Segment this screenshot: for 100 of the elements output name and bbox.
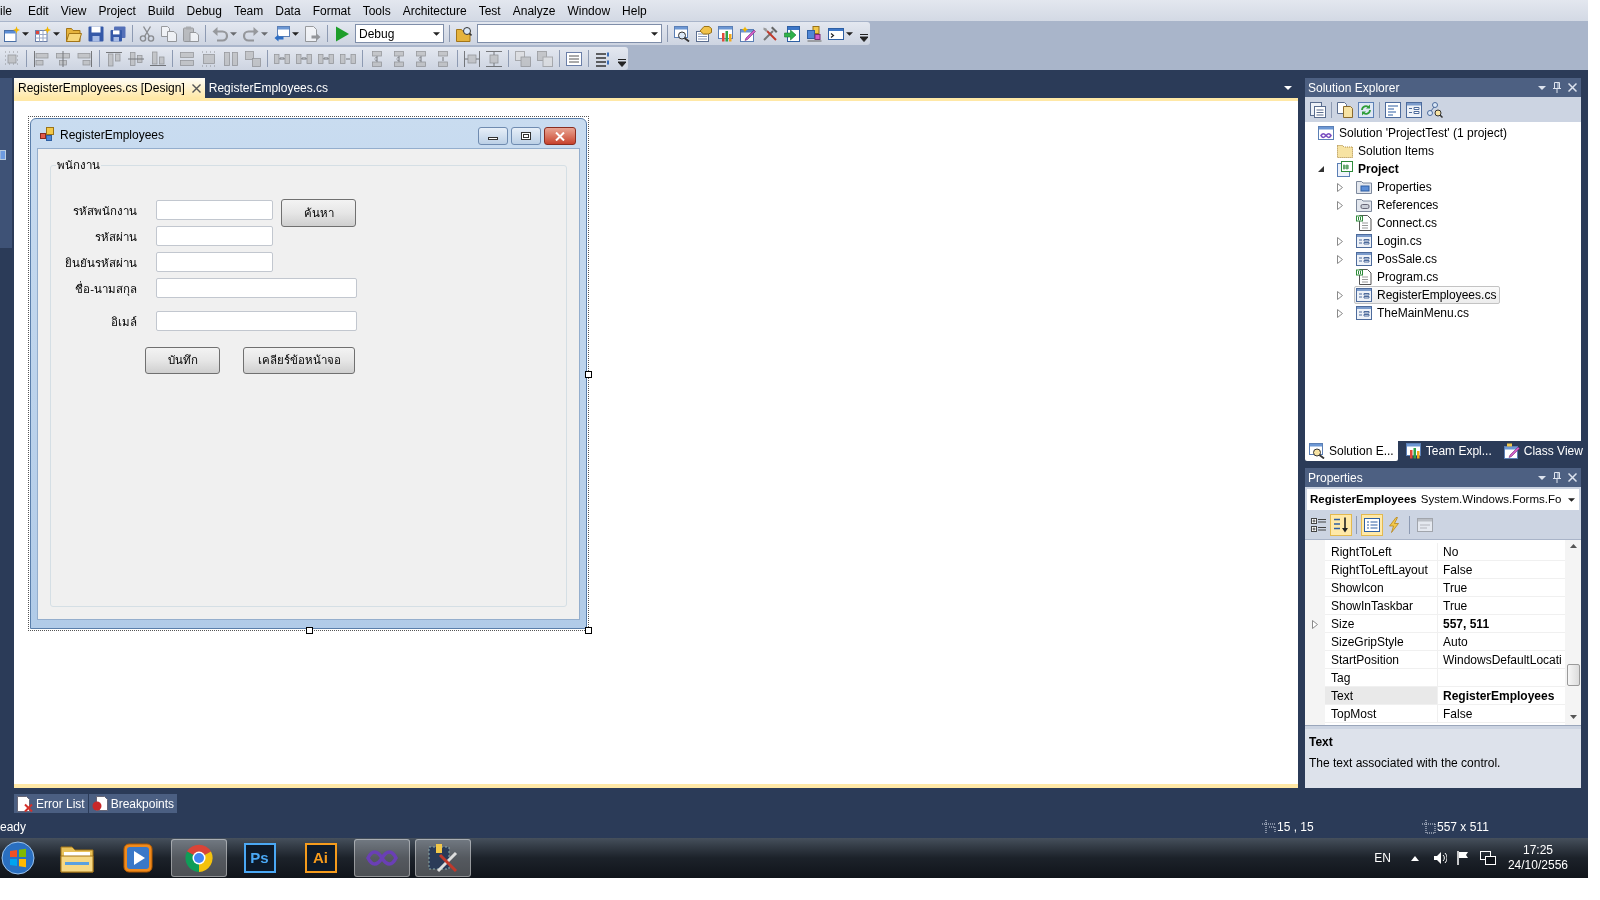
- document-tab[interactable]: RegisterEmployees.cs [Design]: [14, 78, 205, 98]
- close-button[interactable]: [544, 127, 576, 145]
- lines-icon[interactable]: [566, 50, 582, 67]
- scroll-thumb[interactable]: [1566, 664, 1580, 686]
- menu-item[interactable]: Data: [269, 1, 307, 20]
- action-button[interactable]: บันทึก: [145, 347, 220, 375]
- caret-icon[interactable]: [53, 31, 60, 36]
- property-name[interactable]: Size: [1325, 615, 1438, 633]
- copy-icon[interactable]: [1337, 101, 1353, 118]
- network-icon[interactable]: [1479, 851, 1496, 865]
- start-orb-icon[interactable]: [1, 841, 35, 875]
- taskbar-button[interactable]: [170, 839, 227, 877]
- object-selector[interactable]: RegisterEmployees System.Windows.Forms.Fo: [1307, 489, 1579, 510]
- menu-item[interactable]: Tools: [356, 1, 397, 20]
- language-indicator[interactable]: EN: [1374, 849, 1391, 867]
- window-arrow-icon[interactable]: [274, 25, 290, 42]
- tree-item[interactable]: RegisterEmployees.cs: [1354, 286, 1501, 304]
- menu-item[interactable]: Window: [561, 1, 617, 20]
- property-name[interactable]: RightToLeftLayout: [1325, 561, 1438, 579]
- menu-item[interactable]: Help: [616, 1, 653, 20]
- app-logo[interactable]: Ps: [243, 843, 276, 873]
- speaker-icon[interactable]: [1432, 851, 1447, 865]
- taskbar-button[interactable]: Ai: [292, 839, 349, 877]
- menu-item[interactable]: Test: [472, 1, 507, 20]
- window-pencil-icon[interactable]: [740, 25, 756, 42]
- menu-item[interactable]: Architecture: [396, 1, 473, 20]
- property-name[interactable]: RightToLeft: [1325, 543, 1438, 561]
- panel-tab[interactable]: Team Expl...: [1401, 441, 1496, 461]
- chevron-up-icon[interactable]: [1410, 855, 1419, 861]
- document-tab[interactable]: RegisterEmployees.cs: [204, 78, 333, 98]
- tree-item[interactable]: References: [1354, 196, 1443, 214]
- overflow-icon[interactable]: [618, 58, 626, 67]
- panel-tab[interactable]: Class View: [1499, 441, 1587, 461]
- tree-item[interactable]: Project: [1335, 160, 1403, 178]
- text-input[interactable]: [156, 311, 357, 332]
- menu-item[interactable]: Build: [141, 1, 181, 20]
- tree-item[interactable]: Solution Items: [1335, 142, 1439, 160]
- tree-item[interactable]: PosSale.cs: [1354, 250, 1442, 268]
- menu-item[interactable]: Format: [306, 1, 357, 20]
- resize-handle[interactable]: [585, 370, 592, 378]
- collapsed-triangle-icon[interactable]: [1337, 182, 1343, 192]
- expanded-triangle-icon[interactable]: [1318, 166, 1324, 172]
- tricolor-circle-icon[interactable]: [183, 843, 214, 873]
- menu-item[interactable]: Debug: [180, 1, 228, 20]
- taskbar-button[interactable]: [414, 839, 471, 877]
- console-icon[interactable]: [828, 25, 844, 42]
- text-input[interactable]: [156, 252, 273, 273]
- bar-chart-icon[interactable]: [718, 25, 734, 42]
- flag-icon[interactable]: [1456, 851, 1469, 865]
- minimize-button[interactable]: [478, 127, 508, 145]
- text-input[interactable]: [156, 226, 273, 247]
- menu-item[interactable]: Edit: [22, 1, 55, 20]
- property-name[interactable]: ShowInTaskbar: [1325, 597, 1438, 615]
- tool-tab[interactable]: Breakpoints: [88, 794, 178, 813]
- close-icon[interactable]: [191, 83, 201, 93]
- pin-icon[interactable]: [1553, 472, 1561, 483]
- taskbar-button[interactable]: Ps: [231, 839, 288, 877]
- arrow-box-icon[interactable]: [784, 25, 800, 42]
- caret-icon[interactable]: [433, 31, 440, 36]
- tree-item[interactable]: Solution 'ProjectTest' (1 project): [1316, 124, 1511, 142]
- tool-tab[interactable]: Error List: [14, 794, 88, 813]
- caret-icon[interactable]: [651, 31, 658, 36]
- property-name[interactable]: ShowIcon: [1325, 579, 1438, 597]
- menu-item[interactable]: View: [54, 1, 93, 20]
- property-name[interactable]: TopMost: [1325, 705, 1438, 723]
- floppies-icon[interactable]: [110, 25, 126, 42]
- collapsed-triangle-icon[interactable]: [1337, 254, 1343, 264]
- tree-item[interactable]: Program.cs: [1354, 268, 1443, 286]
- caret-icon[interactable]: [292, 31, 299, 36]
- resize-handle[interactable]: [305, 627, 313, 634]
- menu-item[interactable]: Team: [227, 1, 270, 20]
- play-tile-icon[interactable]: [122, 843, 153, 873]
- action-button[interactable]: เคลียร์ข้อหน้าจอ: [243, 347, 355, 375]
- collapsed-triangle-icon[interactable]: [1312, 619, 1318, 629]
- panel-tab[interactable]: Solution E...: [1305, 441, 1398, 461]
- blocks-icon[interactable]: [806, 25, 822, 42]
- text-input[interactable]: [156, 278, 357, 299]
- caret-icon[interactable]: [22, 31, 29, 36]
- tree-item[interactable]: Properties: [1354, 178, 1436, 196]
- action-button[interactable]: ค้นหา: [281, 199, 356, 228]
- code-page-icon[interactable]: [1385, 101, 1401, 118]
- tree-item[interactable]: TheMainMenu.cs: [1354, 304, 1474, 322]
- property-name[interactable]: SizeGripStyle: [1325, 633, 1438, 651]
- window-sparkle-icon[interactable]: [4, 25, 20, 42]
- property-name[interactable]: StartPosition: [1325, 651, 1438, 669]
- save-icon[interactable]: [88, 25, 104, 42]
- app-logo[interactable]: Ai: [304, 843, 337, 873]
- property-name[interactable]: Text: [1325, 687, 1438, 705]
- clock-date[interactable]: 24/10/2556: [1507, 858, 1568, 873]
- text-input[interactable]: [156, 200, 273, 221]
- caret-down-icon[interactable]: [1569, 715, 1577, 719]
- collapsed-triangle-icon[interactable]: [1337, 308, 1343, 318]
- menu-item[interactable]: Analyze: [506, 1, 562, 20]
- menu-item[interactable]: Project: [92, 1, 142, 20]
- tree-item[interactable]: Connect.cs: [1354, 214, 1442, 232]
- collapsed-triangle-icon[interactable]: [1337, 236, 1343, 246]
- diagram-icon[interactable]: [1427, 101, 1443, 118]
- list-icon[interactable]: [595, 50, 611, 67]
- form-page-icon[interactable]: [1406, 101, 1422, 118]
- menu-item[interactable]: ile: [0, 1, 22, 20]
